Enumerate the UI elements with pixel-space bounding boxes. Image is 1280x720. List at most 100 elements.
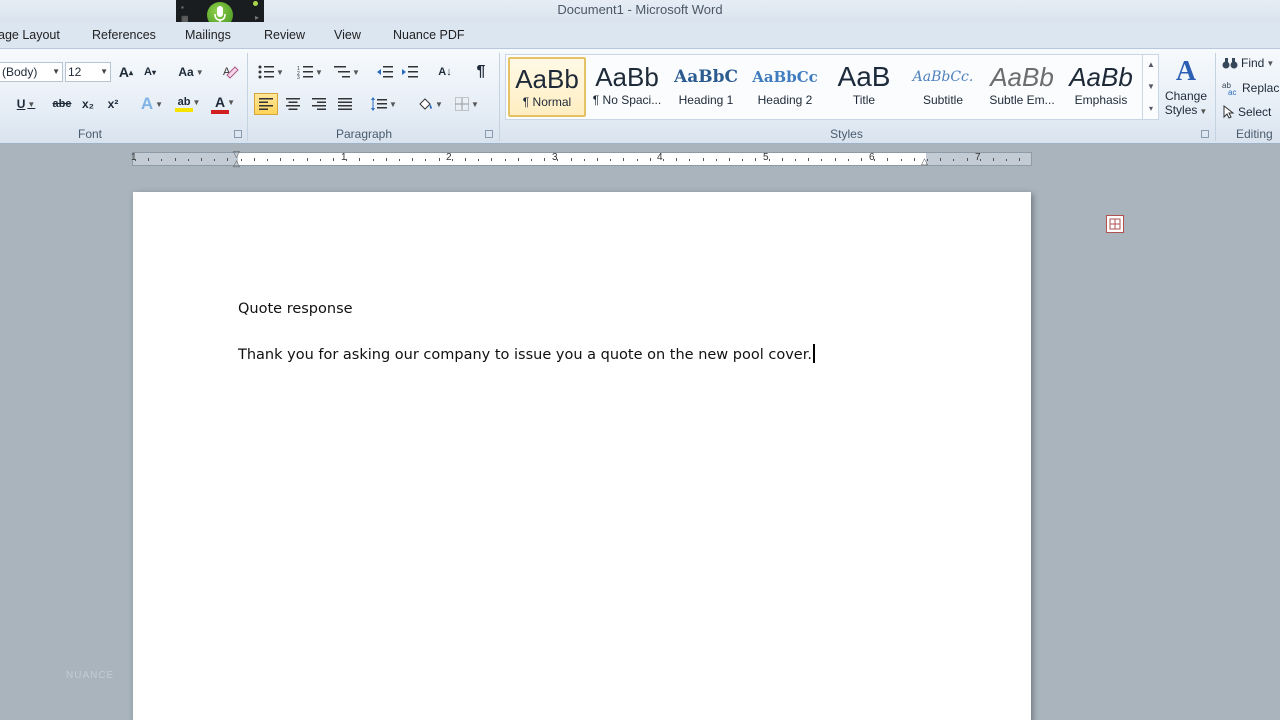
align-left-button[interactable] bbox=[254, 93, 278, 115]
increase-indent-button[interactable] bbox=[399, 61, 421, 83]
show-marks-button[interactable]: ¶ bbox=[470, 61, 492, 83]
font-name-value: (Body) bbox=[2, 65, 38, 79]
text-effects-icon: A bbox=[140, 94, 154, 113]
text-effects-button[interactable]: A ▼ bbox=[137, 93, 167, 115]
ruler-number: 1 bbox=[131, 152, 137, 163]
style-emphasis[interactable]: AaBb Emphasis bbox=[1062, 57, 1140, 117]
ruler-number: 4 bbox=[657, 152, 663, 163]
align-right-button[interactable] bbox=[307, 93, 331, 115]
ruler-tick bbox=[663, 159, 664, 161]
style-normal[interactable]: AaBb ¶ Normal bbox=[508, 57, 586, 117]
tab-view[interactable]: View bbox=[334, 28, 361, 42]
style-subtitle[interactable]: AaBbCc. Subtitle bbox=[904, 57, 982, 117]
shading-button[interactable]: ▼ bbox=[414, 93, 446, 115]
align-center-button[interactable] bbox=[281, 93, 305, 115]
justify-button[interactable] bbox=[333, 93, 357, 115]
font-group-label: Font bbox=[77, 127, 102, 141]
highlight-color-swatch bbox=[175, 108, 193, 112]
style-subtle-emphasis[interactable]: AaBb Subtle Em... bbox=[983, 57, 1061, 117]
ruler-number: 5 bbox=[763, 152, 769, 163]
ruler-tick bbox=[953, 159, 955, 161]
select-button[interactable]: Select bbox=[1222, 101, 1280, 123]
more-styles-icon[interactable]: ▾ bbox=[1143, 98, 1159, 120]
replace-button[interactable]: ab ac Replac bbox=[1222, 77, 1280, 99]
multilevel-list-icon bbox=[334, 66, 351, 78]
dictation-expand-icon[interactable]: ▸ bbox=[255, 13, 259, 22]
grow-font-button[interactable]: A ▴ bbox=[116, 61, 136, 83]
scroll-up-icon[interactable]: ▲ bbox=[1143, 54, 1159, 76]
document-body: Thank you for asking our company to issu… bbox=[238, 344, 815, 363]
style-heading-1[interactable]: AaBbC Heading 1 bbox=[667, 57, 745, 117]
underline-button[interactable]: U ▼ bbox=[13, 93, 39, 115]
font-size-combo[interactable]: 12 ▼ bbox=[65, 62, 111, 82]
tab-nuance-pdf[interactable]: Nuance PDF bbox=[393, 28, 465, 42]
document-body-text: Thank you for asking our company to issu… bbox=[238, 347, 812, 363]
font-size-value: 12 bbox=[68, 65, 82, 79]
ruler-tick bbox=[597, 158, 598, 161]
ruler-tick bbox=[795, 159, 796, 161]
ruler-tick bbox=[940, 158, 942, 161]
change-styles-label-2: Styles bbox=[1164, 103, 1198, 117]
ruler-tick bbox=[689, 159, 691, 161]
styles-gallery-scroll: ▲ ▼ ▾ bbox=[1142, 54, 1159, 120]
replace-icon: abac bbox=[1222, 81, 1236, 95]
sort-button[interactable]: A↓ bbox=[433, 61, 457, 83]
ruler-tick bbox=[161, 159, 163, 161]
clear-formatting-button[interactable]: A bbox=[220, 61, 242, 83]
ruler-tick bbox=[319, 159, 321, 161]
hanging-indent-marker-icon[interactable]: △ bbox=[233, 158, 240, 169]
decrease-indent-button[interactable] bbox=[374, 61, 396, 83]
ruler-tick bbox=[293, 159, 295, 161]
group-divider bbox=[1215, 53, 1216, 141]
svg-text:ac: ac bbox=[1228, 88, 1236, 95]
sort-icon: A↓ bbox=[438, 66, 452, 78]
font-color-button[interactable]: A ▼ bbox=[209, 93, 241, 115]
subscript-button[interactable]: x₂ bbox=[78, 93, 98, 115]
bullets-button[interactable]: ▼ bbox=[256, 61, 286, 83]
multilevel-list-button[interactable]: ▼ bbox=[332, 61, 362, 83]
scroll-down-icon[interactable]: ▼ bbox=[1143, 76, 1159, 98]
strikethrough-button[interactable]: abe bbox=[50, 93, 74, 115]
ruler-tick bbox=[715, 159, 717, 161]
numbering-button[interactable]: 1 2 3 ▼ bbox=[294, 61, 326, 83]
highlight-button[interactable]: ab ▼ bbox=[171, 93, 207, 115]
tab-references[interactable]: References bbox=[92, 28, 156, 42]
dictation-handle-icon[interactable]: ▪ bbox=[181, 3, 184, 12]
ruler-tick bbox=[755, 158, 757, 161]
ruler-tick bbox=[913, 158, 915, 161]
superscript-button[interactable]: x² bbox=[103, 93, 123, 115]
horizontal-ruler[interactable]: 1 1 2 3 4 5 6 7 ▽ △ △ bbox=[131, 149, 1032, 169]
ruler-tick bbox=[966, 158, 968, 161]
paste-options-icon[interactable] bbox=[1106, 215, 1124, 233]
ruler-tick bbox=[425, 159, 427, 161]
change-styles-button[interactable]: A Change Styles ▼ bbox=[1162, 55, 1210, 125]
ruler-tick bbox=[702, 158, 704, 161]
style-sample: AaBbCc bbox=[752, 68, 818, 86]
ruler-tick bbox=[1019, 158, 1021, 161]
style-label: ¶ Normal bbox=[522, 95, 572, 109]
paragraph-dialog-launcher-icon[interactable] bbox=[485, 130, 493, 138]
document-page[interactable]: Quote response Thank you for asking our … bbox=[133, 192, 1031, 720]
styles-dialog-launcher-icon[interactable] bbox=[1201, 130, 1209, 138]
ruler-number: 2 bbox=[446, 152, 452, 163]
shrink-font-button[interactable]: A ▾ bbox=[141, 61, 159, 83]
decrease-indent-icon bbox=[377, 66, 393, 78]
align-right-icon bbox=[312, 98, 326, 110]
replace-label: Replac bbox=[1242, 81, 1280, 95]
tab-mailings[interactable]: Mailings bbox=[185, 28, 231, 42]
style-title[interactable]: AaB Title bbox=[825, 57, 903, 117]
style-no-spacing[interactable]: AaBb ¶ No Spaci... bbox=[588, 57, 666, 117]
change-case-button[interactable]: Aa ▼ bbox=[175, 61, 207, 83]
style-heading-2[interactable]: AaBbCc Heading 2 bbox=[746, 57, 824, 117]
justify-icon bbox=[338, 98, 352, 110]
tab-page-layout[interactable]: age Layout bbox=[0, 28, 60, 42]
right-indent-marker-icon[interactable]: △ bbox=[921, 156, 928, 167]
find-button[interactable]: Find ▼ bbox=[1222, 52, 1280, 74]
font-name-combo[interactable]: (Body) ▼ bbox=[0, 62, 63, 82]
paragraph-group-label: Paragraph bbox=[335, 127, 393, 141]
font-dialog-launcher-icon[interactable] bbox=[234, 130, 242, 138]
borders-button[interactable]: ▼ bbox=[451, 93, 483, 115]
line-spacing-icon bbox=[371, 97, 388, 111]
tab-review[interactable]: Review bbox=[264, 28, 305, 42]
line-spacing-button[interactable]: ▼ bbox=[369, 93, 399, 115]
